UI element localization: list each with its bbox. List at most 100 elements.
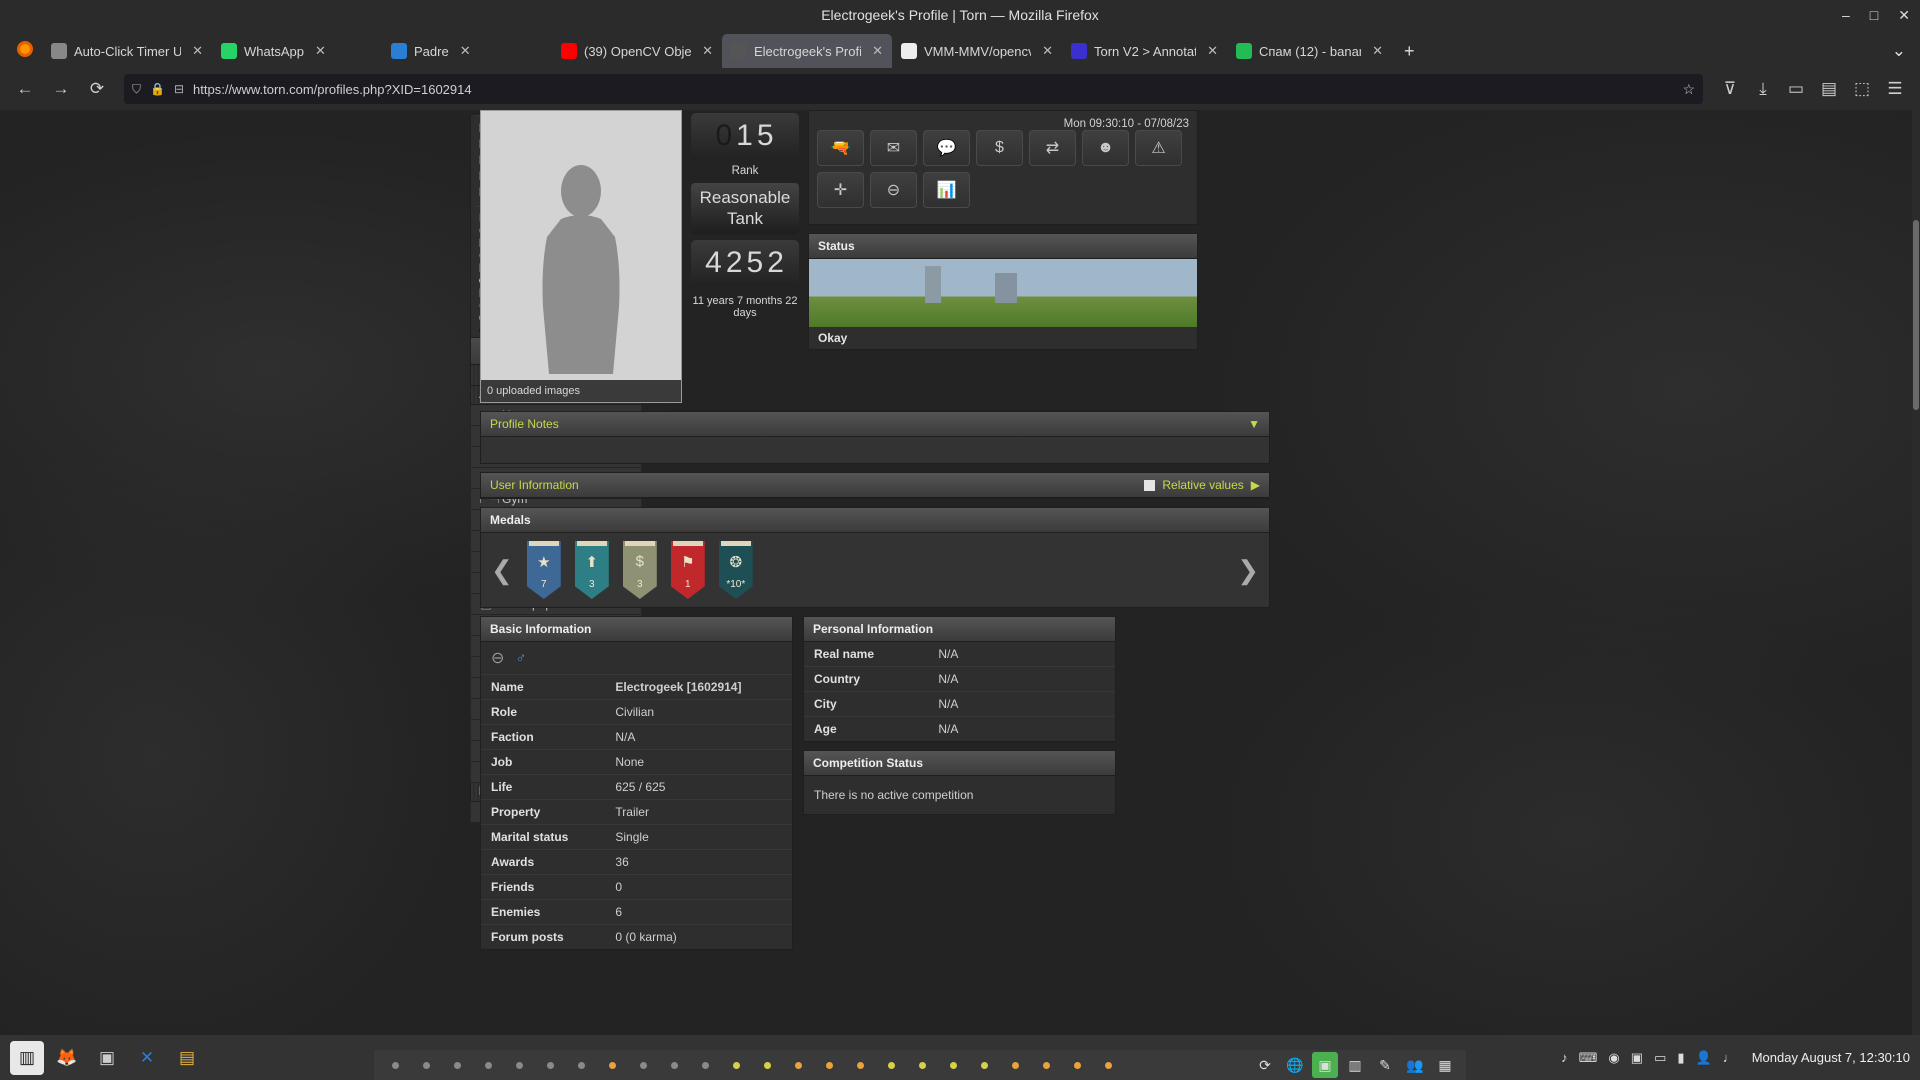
dock-workspace-dot[interactable] xyxy=(826,1061,833,1069)
stars-medal[interactable]: ★ 7 xyxy=(526,541,561,599)
reload-button[interactable]: ⟳ xyxy=(82,74,112,104)
dock-workspace-dot[interactable] xyxy=(516,1061,523,1069)
row-value[interactable]: 0 (0 karma) xyxy=(605,925,792,950)
laurel-medal[interactable]: ❂ *10* xyxy=(718,541,753,599)
browser-tab-active[interactable]: Electrogeek's Profile | Torn ✕ xyxy=(722,34,892,68)
attack-icon[interactable]: 🔫 xyxy=(817,130,864,166)
tab-close-icon[interactable]: ✕ xyxy=(872,43,883,59)
firefox-taskbar-icon[interactable]: 🦊 xyxy=(50,1041,84,1075)
dock-workspace-dot[interactable] xyxy=(919,1061,926,1069)
bookmark-star-icon[interactable]: ☆ xyxy=(1682,81,1695,98)
maximize-button[interactable]: □ xyxy=(1870,7,1878,23)
relative-values-checkbox[interactable] xyxy=(1144,479,1156,491)
dock-workspace-dot[interactable] xyxy=(733,1061,740,1069)
tab-close-icon[interactable]: ✕ xyxy=(192,43,203,59)
app-menu-button[interactable]: ☰ xyxy=(1880,74,1910,104)
stats-icon[interactable]: 📊 xyxy=(923,172,970,208)
shield-icon[interactable]: ⛉ xyxy=(132,82,141,97)
display-icon[interactable]: ▭ xyxy=(1654,1050,1666,1066)
archive-icon[interactable]: ▥ xyxy=(1342,1052,1368,1078)
dock-workspace-dot[interactable] xyxy=(981,1061,988,1069)
dock-workspace-dot[interactable] xyxy=(640,1061,647,1069)
browser-tab[interactable]: Padre ✕ xyxy=(382,34,552,68)
user-information-header[interactable]: User Information Relative values ▶ xyxy=(481,473,1269,498)
dock-workspace-dot[interactable] xyxy=(857,1061,864,1069)
dock-workspace-dot[interactable] xyxy=(795,1061,802,1069)
chat-icon[interactable]: 💬 xyxy=(923,130,970,166)
dock-workspace-dot[interactable] xyxy=(888,1061,895,1069)
report-icon[interactable]: ⚠ xyxy=(1135,130,1182,166)
tab-close-icon[interactable]: ✕ xyxy=(1042,43,1053,59)
tab-close-icon[interactable]: ✕ xyxy=(315,43,326,59)
downloads-icon[interactable]: ⤓ xyxy=(1748,74,1778,104)
list-all-tabs-button[interactable]: ⌄ xyxy=(1878,34,1920,68)
dock-workspace-dot[interactable] xyxy=(392,1061,399,1069)
dock-workspace-dot[interactable] xyxy=(609,1061,616,1069)
account-icon[interactable]: ▭ xyxy=(1781,74,1811,104)
close-window-button[interactable]: ✕ xyxy=(1898,7,1910,24)
terminal-green-icon[interactable]: ▣ xyxy=(1312,1052,1338,1078)
browser-tab[interactable]: Спам (12) - bananananaaa ✕ xyxy=(1227,34,1392,68)
profile-notes-header[interactable]: Profile Notes ▼ xyxy=(481,412,1269,437)
grid-icon[interactable]: ▦ xyxy=(1432,1052,1458,1078)
money-bag-medal[interactable]: $3 xyxy=(622,541,657,599)
dollar-icon[interactable]: $ xyxy=(976,130,1023,166)
browser-tab[interactable]: WhatsApp ✕ xyxy=(212,34,382,68)
terminal-taskbar-icon[interactable]: ▣ xyxy=(90,1041,124,1075)
mail-icon[interactable]: ✉ xyxy=(870,130,917,166)
dock-workspace-dot[interactable] xyxy=(1105,1061,1112,1069)
dock-workspace-dot[interactable] xyxy=(485,1061,492,1069)
edit-icon[interactable]: ✎ xyxy=(1372,1052,1398,1078)
files-taskbar-icon[interactable]: ▤ xyxy=(170,1041,204,1075)
network-icon[interactable]: ◉ xyxy=(1608,1050,1619,1066)
dock-workspace-dot[interactable] xyxy=(1043,1061,1050,1069)
keyboard-icon[interactable]: ⌨ xyxy=(1579,1050,1598,1066)
dock-workspace-dot[interactable] xyxy=(423,1061,430,1069)
dock-workspace-dot[interactable] xyxy=(1012,1061,1019,1069)
row-value[interactable]: Trailer xyxy=(605,799,792,825)
chevron-right-icon[interactable]: ❯ xyxy=(1237,555,1259,586)
users-icon[interactable]: 👥 xyxy=(1402,1052,1428,1078)
browser-tab[interactable]: VMM-MMV/opencv_tutorial ✕ xyxy=(892,34,1062,68)
bell-icon[interactable]: ♩ xyxy=(1723,1050,1736,1065)
refresh-icon[interactable]: ⟳ xyxy=(1252,1052,1278,1078)
tab-close-icon[interactable]: ✕ xyxy=(460,43,471,59)
volume-icon[interactable]: ♪ xyxy=(1561,1050,1568,1065)
tab-close-icon[interactable]: ✕ xyxy=(702,43,713,59)
bounty-icon[interactable]: ☻ xyxy=(1082,130,1129,166)
page-scrollbar[interactable] xyxy=(1912,110,1920,1035)
browser-tab[interactable]: (39) OpenCV Object Detect ✕ xyxy=(552,34,722,68)
chevron-right-icon[interactable]: ▶ xyxy=(1251,478,1260,492)
block-icon[interactable]: ⊖ xyxy=(870,172,917,208)
browser-tab[interactable]: Auto-Click Timer Update ✕ xyxy=(42,34,212,68)
pocket-icon[interactable]: ⊽ xyxy=(1715,74,1745,104)
trade-icon[interactable]: ⇄ xyxy=(1029,130,1076,166)
tab-close-icon[interactable]: ✕ xyxy=(1372,43,1383,59)
chevron-left-icon[interactable]: ❮ xyxy=(491,555,513,586)
vscode-taskbar-icon[interactable]: ✕ xyxy=(130,1041,164,1075)
status-dot-icon[interactable]: ⊖ xyxy=(491,648,504,668)
arrow-medal[interactable]: ⬆ 3 xyxy=(574,541,609,599)
profile-notes-body[interactable] xyxy=(481,437,1269,463)
url-text[interactable]: https://www.torn.com/profiles.php?XID=16… xyxy=(193,82,1673,97)
camera-icon[interactable]: ▣ xyxy=(1631,1050,1643,1066)
browser-tab[interactable]: Torn V2 > Annotate ✕ xyxy=(1062,34,1227,68)
dock-workspace-dot[interactable] xyxy=(764,1061,771,1069)
extensions-icon[interactable]: ⬚ xyxy=(1847,74,1877,104)
dock-workspace-dot[interactable] xyxy=(1074,1061,1081,1069)
dock-workspace-dot[interactable] xyxy=(671,1061,678,1069)
chevron-down-icon[interactable]: ▼ xyxy=(1248,417,1260,431)
dock-workspace-dot[interactable] xyxy=(950,1061,957,1069)
new-tab-button[interactable]: + xyxy=(1392,34,1427,68)
add-friend-icon[interactable]: ✛ xyxy=(817,172,864,208)
forward-button[interactable]: → xyxy=(46,74,76,104)
tab-close-icon[interactable]: ✕ xyxy=(1207,43,1218,59)
library-icon[interactable]: ▤ xyxy=(1814,74,1844,104)
dock-workspace-dot[interactable] xyxy=(702,1061,709,1069)
url-bar[interactable]: ⛉ 🔒 ⊟ https://www.torn.com/profiles.php?… xyxy=(124,74,1703,104)
dock-workspace-dot[interactable] xyxy=(454,1061,461,1069)
users-tray-icon[interactable]: 👤 xyxy=(1696,1050,1712,1066)
start-menu-icon[interactable]: ▥ xyxy=(10,1040,44,1075)
dock-workspace-dot[interactable] xyxy=(547,1061,554,1069)
lock-icon[interactable]: 🔒 xyxy=(150,82,165,96)
